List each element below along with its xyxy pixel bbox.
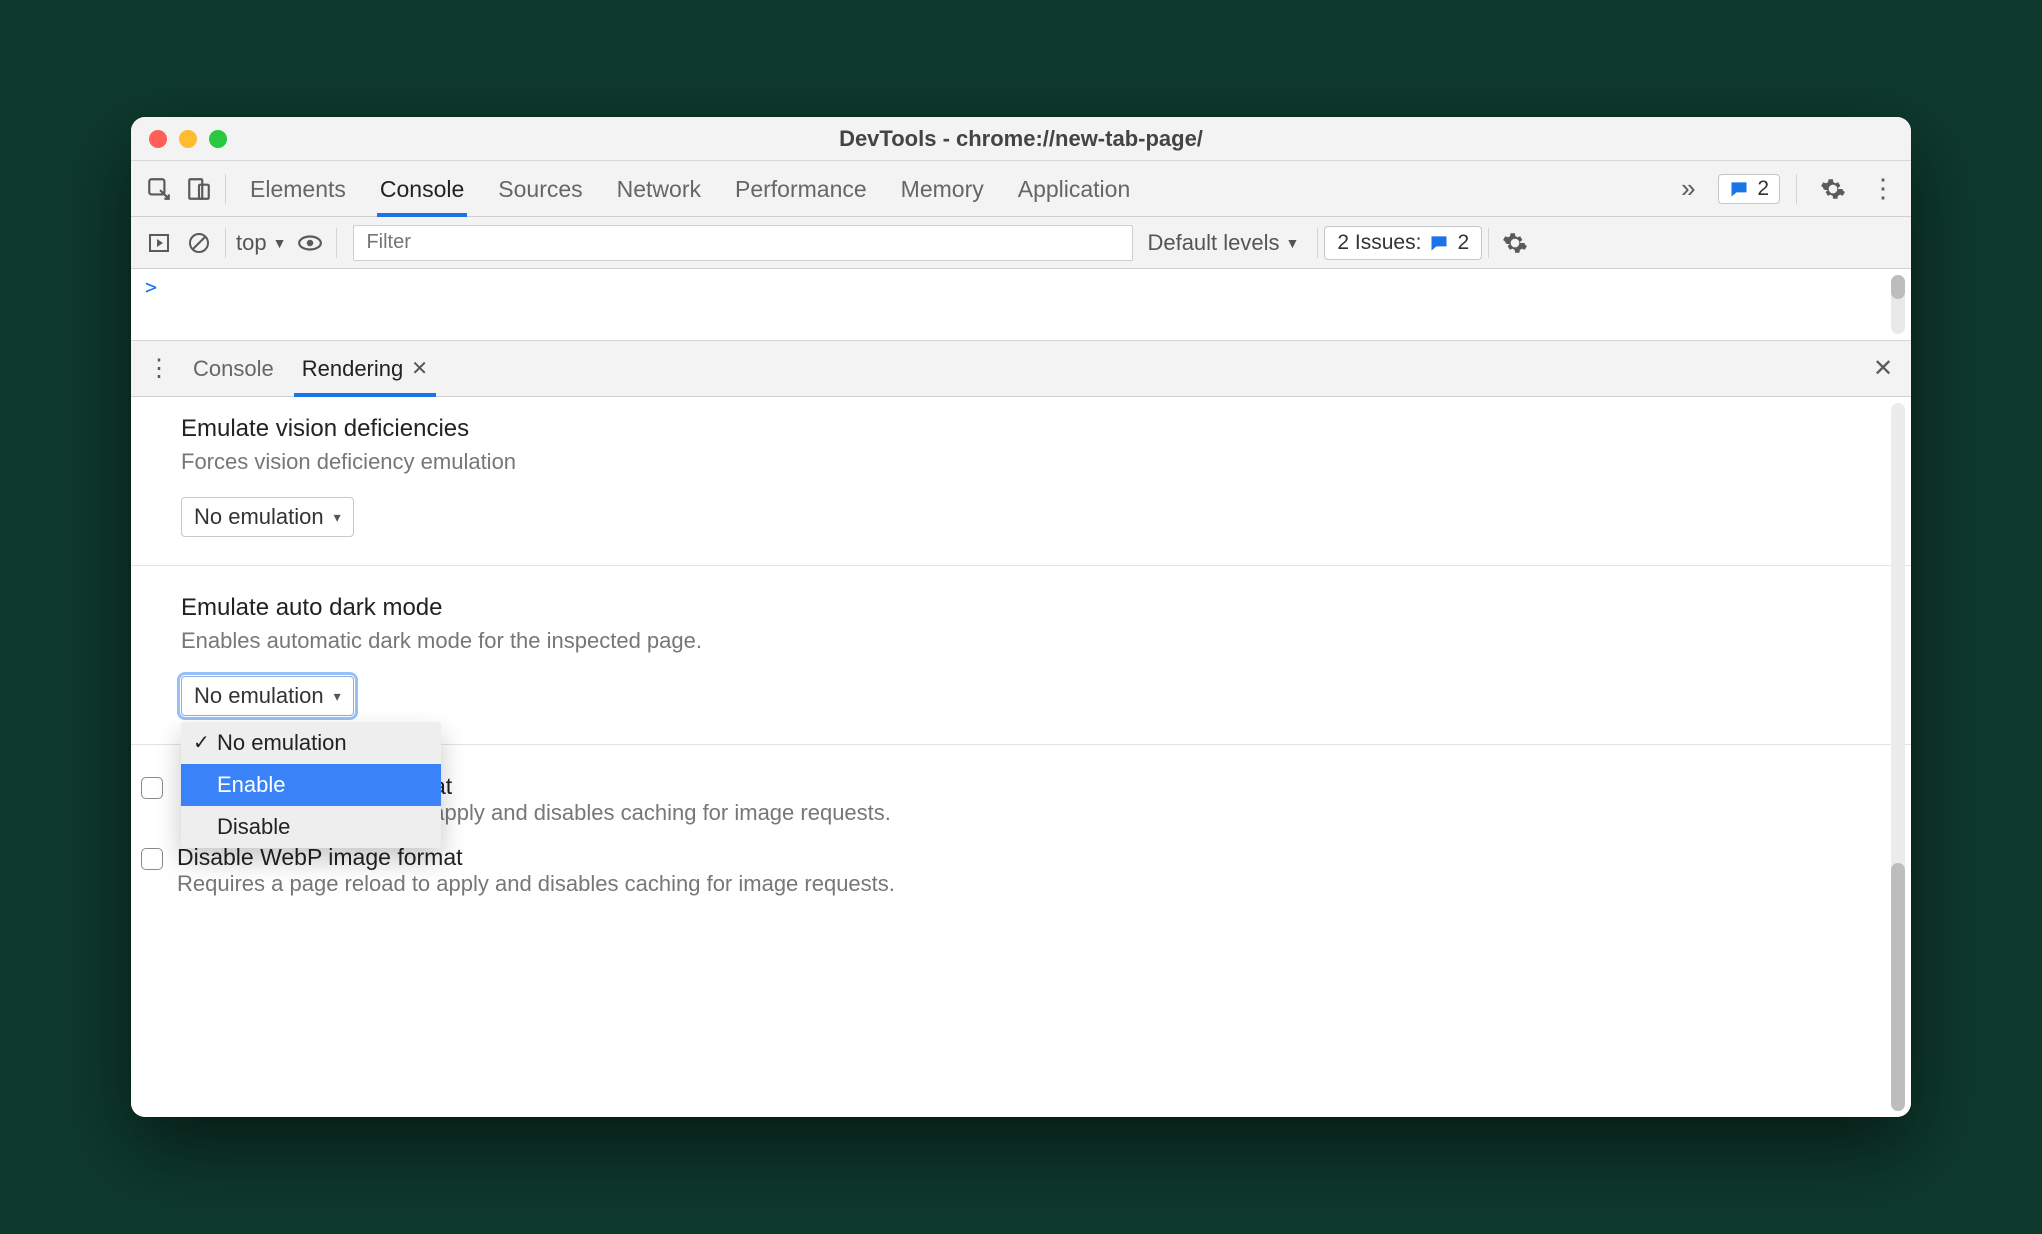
- message-icon: [1729, 179, 1749, 199]
- tab-label: Performance: [735, 176, 867, 203]
- message-icon: [1429, 233, 1449, 253]
- scrollbar-thumb[interactable]: [1891, 863, 1905, 1111]
- divider: [225, 174, 226, 204]
- issues-count: 2: [1457, 231, 1469, 255]
- messages-badge[interactable]: 2: [1718, 174, 1780, 204]
- tab-label: Console: [380, 176, 464, 203]
- scrollbar-thumb[interactable]: [1891, 275, 1905, 299]
- levels-label: Default levels: [1147, 230, 1279, 256]
- toggle-sidebar-icon[interactable]: [139, 223, 179, 263]
- clear-console-icon[interactable]: [179, 223, 219, 263]
- zoom-window-button[interactable]: [209, 130, 227, 148]
- select-value: No emulation: [194, 504, 324, 530]
- section-title: Emulate auto dark mode: [181, 594, 1911, 622]
- checkbox-description: Requires a page reload to apply and disa…: [177, 871, 895, 896]
- window-controls: [149, 130, 227, 148]
- tab-console[interactable]: Console: [380, 161, 464, 216]
- minimize-window-button[interactable]: [179, 130, 197, 148]
- tab-performance[interactable]: Performance: [735, 161, 867, 216]
- context-selector[interactable]: top ▼: [232, 230, 290, 256]
- dropdown-option-disable[interactable]: Disable: [181, 806, 441, 848]
- auto-dark-mode-dropdown[interactable]: No emulation Enable Disable: [181, 722, 441, 848]
- drawer-tab-label: Rendering: [302, 356, 404, 382]
- section-description: Enables automatic dark mode for the insp…: [181, 628, 1911, 654]
- live-expression-icon[interactable]: [290, 223, 330, 263]
- inspect-element-icon[interactable]: [139, 169, 179, 209]
- chevron-down-icon: ▾: [334, 509, 341, 526]
- tab-sources[interactable]: Sources: [498, 161, 582, 216]
- context-label: top: [236, 230, 267, 256]
- disable-avif-checkbox[interactable]: [141, 777, 163, 799]
- close-window-button[interactable]: [149, 130, 167, 148]
- console-output[interactable]: >: [131, 269, 1911, 341]
- tab-label: Elements: [250, 176, 346, 203]
- main-toolbar: Elements Console Sources Network Perform…: [131, 161, 1911, 217]
- option-label: Disable: [217, 814, 290, 839]
- console-toolbar: top ▼ Default levels ▼ 2 Issues: 2: [131, 217, 1911, 269]
- drawer-tab-console[interactable]: Console: [185, 341, 282, 396]
- devtools-window: DevTools - chrome://new-tab-page/ Elemen…: [131, 117, 1911, 1117]
- divider: [336, 228, 337, 258]
- settings-icon[interactable]: [1813, 169, 1853, 209]
- filter-input[interactable]: [353, 225, 1133, 261]
- issues-pill[interactable]: 2 Issues: 2: [1324, 226, 1482, 260]
- window-title: DevTools - chrome://new-tab-page/: [131, 126, 1911, 152]
- issues-label: 2 Issues:: [1337, 231, 1421, 255]
- checkbox-text: Disable WebP image format Requires a pag…: [177, 844, 895, 897]
- auto-dark-mode-select[interactable]: No emulation ▾: [181, 676, 354, 716]
- tab-memory[interactable]: Memory: [901, 161, 984, 216]
- kebab-menu-icon[interactable]: ⋮: [1863, 169, 1903, 209]
- chevron-down-icon: ▾: [334, 688, 341, 705]
- tab-label: Application: [1018, 176, 1131, 203]
- divider: [1488, 228, 1489, 258]
- rendering-panel: Emulate vision deficiencies Forces visio…: [131, 397, 1911, 1117]
- drawer-tab-label: Console: [193, 356, 274, 382]
- log-levels-selector[interactable]: Default levels ▼: [1143, 230, 1303, 256]
- more-tabs-icon[interactable]: »: [1668, 169, 1708, 209]
- option-label: No emulation: [217, 730, 347, 755]
- divider: [131, 565, 1911, 566]
- divider: [225, 228, 226, 258]
- close-tab-icon[interactable]: ✕: [411, 356, 428, 381]
- vision-deficiency-select[interactable]: No emulation ▾: [181, 497, 354, 537]
- tab-elements[interactable]: Elements: [250, 161, 346, 216]
- tab-network[interactable]: Network: [617, 161, 701, 216]
- select-value: No emulation: [194, 683, 324, 709]
- disable-webp-checkbox[interactable]: [141, 848, 163, 870]
- disable-webp-row: Disable WebP image format Requires a pag…: [141, 844, 1911, 897]
- dropdown-option-enable[interactable]: Enable: [181, 764, 441, 806]
- divider: [1796, 174, 1797, 204]
- chevron-down-icon: ▼: [273, 235, 287, 251]
- close-drawer-icon[interactable]: ✕: [1863, 349, 1903, 389]
- main-toolbar-right: » 2 ⋮: [1668, 169, 1903, 209]
- drawer-toolbar: ⋮ Console Rendering ✕ ✕: [131, 341, 1911, 397]
- drawer-tab-rendering[interactable]: Rendering ✕: [294, 341, 436, 396]
- section-vision-deficiencies: Emulate vision deficiencies Forces visio…: [181, 415, 1911, 537]
- console-settings-icon[interactable]: [1495, 223, 1535, 263]
- main-tablist: Elements Console Sources Network Perform…: [250, 161, 1130, 216]
- section-auto-dark-mode: Emulate auto dark mode Enables automatic…: [181, 594, 1911, 716]
- dropdown-option-no-emulation[interactable]: No emulation: [181, 722, 441, 764]
- device-toolbar-icon[interactable]: [179, 169, 219, 209]
- scrollbar[interactable]: [1891, 403, 1905, 1111]
- messages-count: 2: [1757, 177, 1769, 201]
- console-prompt: >: [145, 275, 157, 299]
- tab-label: Sources: [498, 176, 582, 203]
- tab-application[interactable]: Application: [1018, 161, 1131, 216]
- chevron-down-icon: ▼: [1286, 235, 1300, 251]
- option-label: Enable: [217, 772, 286, 797]
- section-title: Emulate vision deficiencies: [181, 415, 1911, 443]
- tab-label: Memory: [901, 176, 984, 203]
- drawer-menu-icon[interactable]: ⋮: [139, 349, 179, 389]
- checkbox-description: oad to apply and disables caching for im…: [365, 800, 891, 825]
- section-description: Forces vision deficiency emulation: [181, 449, 1911, 475]
- scrollbar[interactable]: [1891, 275, 1905, 334]
- divider: [1317, 228, 1318, 258]
- titlebar: DevTools - chrome://new-tab-page/: [131, 117, 1911, 161]
- tab-label: Network: [617, 176, 701, 203]
